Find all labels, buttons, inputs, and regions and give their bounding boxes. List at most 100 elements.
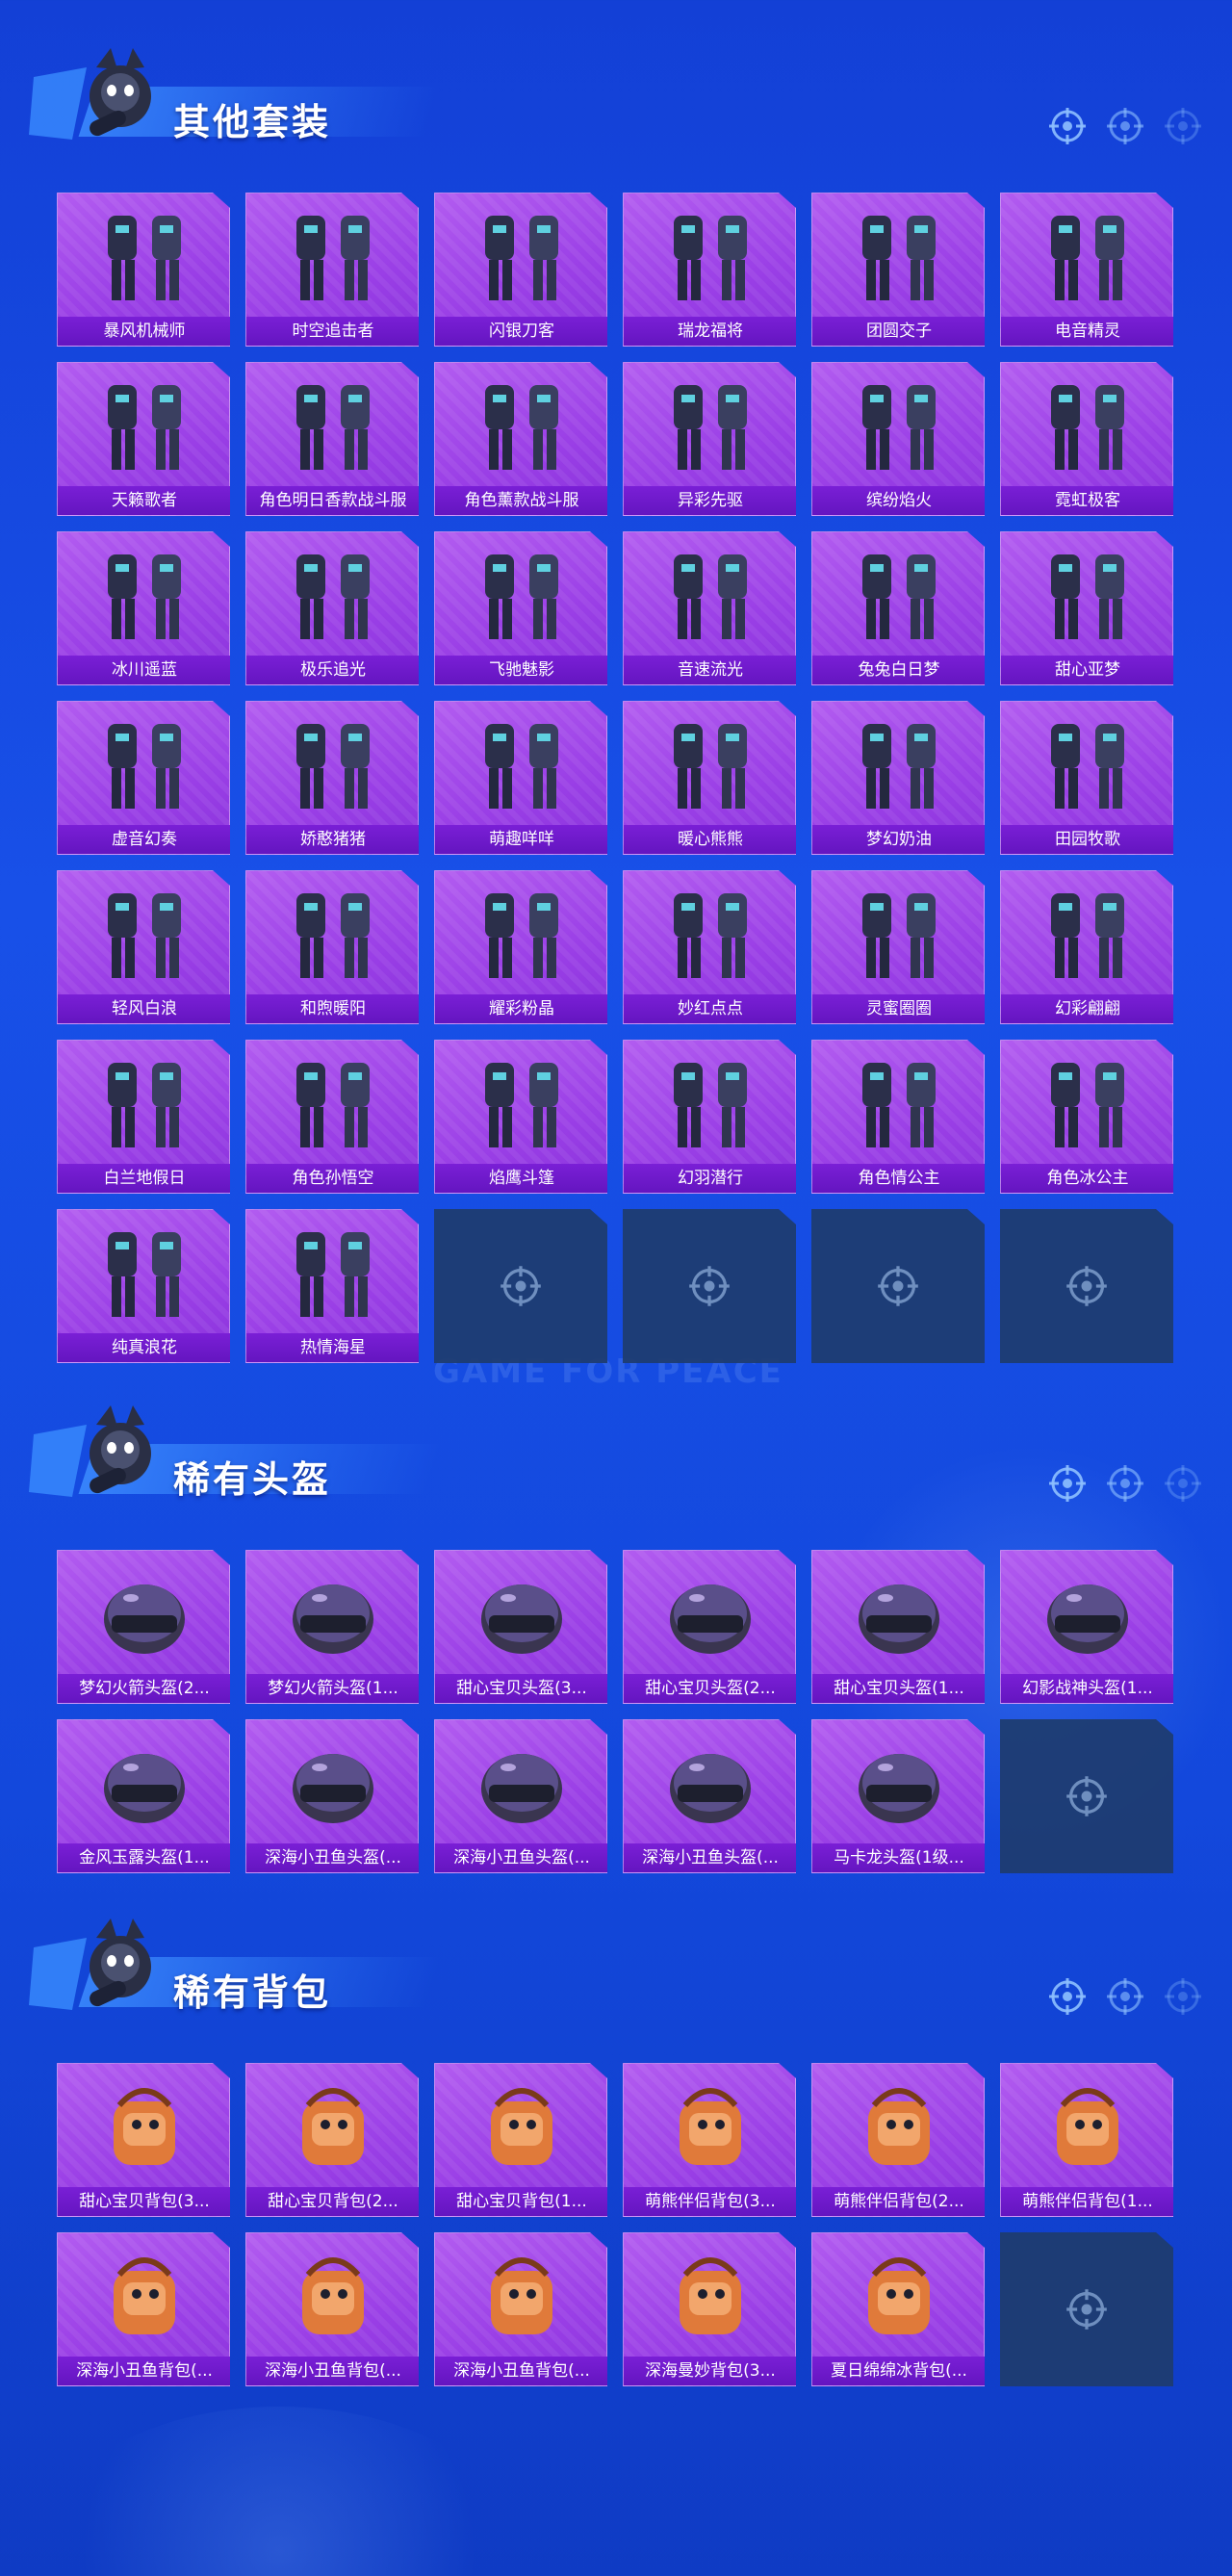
item-card[interactable]: 团圆交子 bbox=[811, 193, 985, 347]
item-card[interactable]: 音速流光 bbox=[623, 531, 796, 685]
item-card[interactable]: 甜心宝贝头盔(2... bbox=[623, 1550, 796, 1704]
item-card[interactable]: 耀彩粉晶 bbox=[434, 870, 607, 1024]
item-card[interactable]: 焰鹰斗篷 bbox=[434, 1040, 607, 1194]
crosshair-group bbox=[1047, 1463, 1203, 1504]
item-label: 天籁歌者 bbox=[58, 486, 230, 515]
crosshair-icon bbox=[1107, 108, 1143, 144]
item-image bbox=[624, 2233, 796, 2357]
item-card[interactable]: 深海小丑鱼背包(... bbox=[434, 2232, 607, 2386]
item-label: 甜心宝贝背包(1... bbox=[435, 2187, 607, 2216]
item-thumbnail-icon bbox=[296, 554, 370, 639]
item-image bbox=[246, 363, 419, 486]
item-card[interactable]: 夏日绵绵冰背包(... bbox=[811, 2232, 985, 2386]
item-card[interactable]: 闪银刀客 bbox=[434, 193, 607, 347]
item-label: 深海曼妙背包(3... bbox=[624, 2357, 796, 2385]
item-card[interactable]: 田园牧歌 bbox=[1000, 701, 1173, 855]
item-card[interactable]: 纯真浪花 bbox=[57, 1209, 230, 1363]
item-card[interactable]: 角色薰款战斗服 bbox=[434, 362, 607, 516]
item-card[interactable]: 甜心宝贝头盔(1... bbox=[811, 1550, 985, 1704]
item-card[interactable]: 暴风机械师 bbox=[57, 193, 230, 347]
item-card[interactable]: 瑞龙福将 bbox=[623, 193, 796, 347]
item-card[interactable]: 角色冰公主 bbox=[1000, 1040, 1173, 1194]
item-label: 缤纷焰火 bbox=[812, 486, 985, 515]
item-card[interactable]: 甜心宝贝头盔(3... bbox=[434, 1550, 607, 1704]
item-label: 幻影战神头盔(1... bbox=[1001, 1674, 1173, 1703]
item-grid: 暴风机械师 时空追击者 闪银刀客 瑞龙福将 团圆交子 电音精灵 天籁歌者 角色明日香款战斗服角… bbox=[57, 193, 1173, 1363]
item-label: 团圆交子 bbox=[812, 317, 985, 346]
item-image bbox=[246, 1551, 419, 1674]
item-thumbnail-icon bbox=[674, 1063, 747, 1147]
item-image bbox=[1001, 1041, 1173, 1164]
item-thumbnail-icon bbox=[862, 893, 936, 978]
crosshair-icon bbox=[1107, 1465, 1143, 1502]
empty-slot bbox=[1000, 1719, 1173, 1873]
item-card[interactable]: 兔兔白日梦 bbox=[811, 531, 985, 685]
item-card[interactable]: 深海小丑鱼背包(... bbox=[245, 2232, 419, 2386]
item-card[interactable]: 深海小丑鱼背包(... bbox=[57, 2232, 230, 2386]
item-thumbnail-icon bbox=[296, 1063, 370, 1147]
item-card[interactable]: 缤纷焰火 bbox=[811, 362, 985, 516]
item-card[interactable]: 梦幻奶油 bbox=[811, 701, 985, 855]
item-card[interactable]: 虚音幻奏 bbox=[57, 701, 230, 855]
item-thumbnail-icon bbox=[485, 1063, 558, 1147]
item-card[interactable]: 轻风白浪 bbox=[57, 870, 230, 1024]
item-card[interactable]: 电音精灵 bbox=[1000, 193, 1173, 347]
item-card[interactable]: 冰川遥蓝 bbox=[57, 531, 230, 685]
item-card[interactable]: 娇憨猪猪 bbox=[245, 701, 419, 855]
item-card[interactable]: 异彩先驱 bbox=[623, 362, 796, 516]
item-card[interactable]: 深海曼妙背包(3... bbox=[623, 2232, 796, 2386]
crosshair-icon bbox=[689, 1266, 730, 1306]
item-card[interactable]: 甜心宝贝背包(3... bbox=[57, 2063, 230, 2217]
item-card[interactable]: 萌熊伴侣背包(2... bbox=[811, 2063, 985, 2217]
item-image bbox=[624, 702, 796, 825]
item-grid: 梦幻火箭头盔(2... 梦幻火箭头盔(1... 甜心宝贝头盔(3... 甜心宝贝头盔(… bbox=[57, 1550, 1173, 1873]
section-header: 其他套装 bbox=[29, 48, 1203, 154]
item-thumbnail-icon bbox=[862, 385, 936, 470]
item-card[interactable]: 热情海星 bbox=[245, 1209, 419, 1363]
item-card[interactable]: 甜心亚梦 bbox=[1000, 531, 1173, 685]
item-thumbnail-icon bbox=[481, 1584, 562, 1654]
item-card[interactable]: 时空追击者 bbox=[245, 193, 419, 347]
item-card[interactable]: 灵蜜圈圈 bbox=[811, 870, 985, 1024]
item-card[interactable]: 深海小丑鱼头盔(... bbox=[623, 1719, 796, 1873]
item-card[interactable]: 角色孙悟空 bbox=[245, 1040, 419, 1194]
item-card[interactable]: 白兰地假日 bbox=[57, 1040, 230, 1194]
item-card[interactable]: 角色明日香款战斗服 bbox=[245, 362, 419, 516]
item-image bbox=[58, 702, 230, 825]
item-card[interactable]: 幻彩翩翩 bbox=[1000, 870, 1173, 1024]
item-card[interactable]: 角色情公主 bbox=[811, 1040, 985, 1194]
item-image bbox=[1001, 532, 1173, 656]
item-card[interactable]: 霓虹极客 bbox=[1000, 362, 1173, 516]
item-card[interactable]: 甜心宝贝背包(2... bbox=[245, 2063, 419, 2217]
item-card[interactable]: 甜心宝贝背包(1... bbox=[434, 2063, 607, 2217]
item-card[interactable]: 飞驰魅影 bbox=[434, 531, 607, 685]
item-card[interactable]: 梦幻火箭头盔(2... bbox=[57, 1550, 230, 1704]
item-card[interactable]: 萌趣咩咩 bbox=[434, 701, 607, 855]
item-card[interactable]: 妙红点点 bbox=[623, 870, 796, 1024]
item-card[interactable]: 萌熊伴侣背包(3... bbox=[623, 2063, 796, 2217]
item-card[interactable]: 幻羽潜行 bbox=[623, 1040, 796, 1194]
item-card[interactable]: 幻影战神头盔(1... bbox=[1000, 1550, 1173, 1704]
item-thumbnail-icon bbox=[1051, 893, 1124, 978]
item-card[interactable]: 马卡龙头盔(1级... bbox=[811, 1719, 985, 1873]
section-title: 稀有背包 bbox=[173, 1971, 332, 2014]
item-card[interactable]: 金风玉露头盔(1... bbox=[57, 1719, 230, 1873]
item-card[interactable]: 和煦暖阳 bbox=[245, 870, 419, 1024]
item-label: 深海小丑鱼头盔(... bbox=[624, 1843, 796, 1872]
item-card[interactable]: 深海小丑鱼头盔(... bbox=[245, 1719, 419, 1873]
item-card[interactable]: 梦幻火箭头盔(1... bbox=[245, 1550, 419, 1704]
empty-slot bbox=[434, 1209, 607, 1363]
item-card[interactable]: 天籁歌者 bbox=[57, 362, 230, 516]
item-label: 兔兔白日梦 bbox=[812, 656, 985, 684]
item-card[interactable]: 萌熊伴侣背包(1... bbox=[1000, 2063, 1173, 2217]
crosshair-icon bbox=[1066, 1776, 1107, 1816]
item-card[interactable]: 暖心熊熊 bbox=[623, 701, 796, 855]
item-label: 极乐追光 bbox=[246, 656, 419, 684]
item-image bbox=[246, 193, 419, 317]
item-card[interactable]: 极乐追光 bbox=[245, 531, 419, 685]
crosshair-icon bbox=[878, 1266, 918, 1306]
item-thumbnail-icon bbox=[1051, 385, 1124, 470]
crosshair-icon bbox=[1165, 108, 1201, 144]
item-card[interactable]: 深海小丑鱼头盔(... bbox=[434, 1719, 607, 1873]
item-label: 和煦暖阳 bbox=[246, 994, 419, 1023]
